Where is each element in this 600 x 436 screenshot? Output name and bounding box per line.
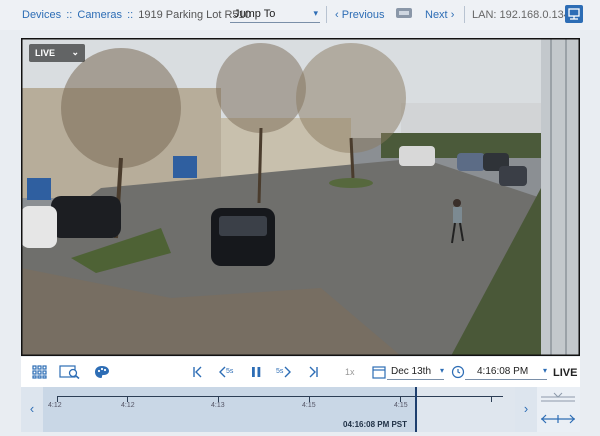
timeline-zoom — [537, 387, 580, 432]
calendar-icon — [372, 366, 386, 379]
breadcrumb: Devices :: Cameras :: 1919 Parking Lot R… — [22, 9, 251, 21]
previous-label: Previous — [341, 9, 385, 21]
timeline-future-region — [415, 387, 515, 432]
chevron-down-icon: ▾ — [439, 366, 444, 375]
chevron-left-icon: ‹ — [335, 9, 339, 21]
jump-to-select[interactable]: Jump To ▾ — [230, 5, 320, 23]
previous-button[interactable]: ‹ Previous — [335, 9, 385, 21]
timeline-current-time: 04:16:08 PM PST — [343, 420, 408, 429]
date-picker[interactable]: Dec 13th ▾ — [387, 364, 444, 380]
timeline-track[interactable]: 4:12 4:12 4:13 4:15 4:15 04:16:08 PM PST — [43, 387, 515, 432]
pause-icon[interactable] — [248, 365, 264, 379]
timeline-tick-label: 4:12 — [121, 402, 135, 409]
timeline-tick-label: 4:15 — [302, 402, 316, 409]
go-live-button[interactable]: LIVE — [553, 367, 577, 379]
chevron-down-icon: ▾ — [313, 8, 318, 18]
playback-rate[interactable]: 1x — [345, 367, 355, 377]
timeline-zoom-icons — [541, 392, 575, 424]
skip-to-end-icon[interactable] — [305, 365, 321, 379]
search-video-icon[interactable] — [59, 365, 81, 379]
timeline-playhead[interactable] — [415, 387, 417, 432]
palette-icon[interactable] — [94, 365, 110, 379]
network-icon — [568, 8, 580, 20]
breadcrumb-cameras-link[interactable]: Cameras — [77, 9, 122, 21]
time-picker[interactable]: 4:16:08 PM ▾ — [465, 364, 547, 380]
next-label: Next — [425, 9, 448, 21]
timeline-tick — [491, 396, 492, 402]
timeline-forward-button[interactable]: › — [515, 387, 537, 432]
chevron-left-icon: ‹ — [29, 401, 35, 416]
forward-5s-icon[interactable] — [283, 365, 293, 379]
timeline-axis — [57, 396, 503, 397]
clock-icon — [451, 365, 465, 379]
timeline: ‹ 4:12 4:12 4:13 4:15 4:15 04:16:08 PM P… — [21, 387, 580, 432]
live-badge-label: LIVE — [35, 48, 56, 58]
chevron-down-icon: ⌄ — [71, 47, 79, 57]
network-button[interactable] — [565, 5, 583, 23]
zoom-in-icon — [541, 392, 575, 402]
next-button[interactable]: Next › — [425, 9, 454, 21]
breadcrumb-separator: :: — [127, 9, 134, 21]
time-value: 4:16:08 PM — [477, 366, 529, 377]
chevron-right-icon: › — [523, 401, 529, 416]
timeline-tick-label: 4:12 — [48, 402, 62, 409]
skip-to-start-icon[interactable] — [190, 365, 206, 379]
lan-address: LAN: 192.168.0.134 — [472, 9, 570, 21]
divider — [326, 6, 327, 23]
timeline-back-button[interactable]: ‹ — [21, 387, 43, 432]
camera-video-feed[interactable]: LIVE ⌄ — [21, 38, 580, 356]
top-bar: Devices :: Cameras :: 1919 Parking Lot R… — [0, 0, 600, 30]
rewind-5s-label: 5s — [226, 368, 234, 375]
chevron-down-icon: ▾ — [542, 366, 547, 375]
camera-icon — [396, 8, 412, 18]
timeline-tick-label: 4:15 — [394, 402, 408, 409]
zoom-out-icon — [541, 414, 575, 424]
timeline-tick-label: 4:13 — [211, 402, 225, 409]
grid-view-icon[interactable] — [32, 365, 48, 379]
jump-to-label: Jump To — [234, 8, 276, 20]
date-value: Dec 13th — [391, 366, 432, 377]
divider — [464, 6, 465, 23]
live-view-dropdown[interactable]: LIVE ⌄ — [29, 44, 85, 62]
parking-lot-scene — [21, 38, 580, 356]
playback-controls: 5s 5s 1x Dec 13th ▾ 4:16:08 PM ▾ LIVE — [21, 357, 580, 387]
breadcrumb-devices-link[interactable]: Devices — [22, 9, 61, 21]
breadcrumb-separator: :: — [66, 9, 73, 21]
chevron-right-icon: › — [450, 9, 455, 21]
